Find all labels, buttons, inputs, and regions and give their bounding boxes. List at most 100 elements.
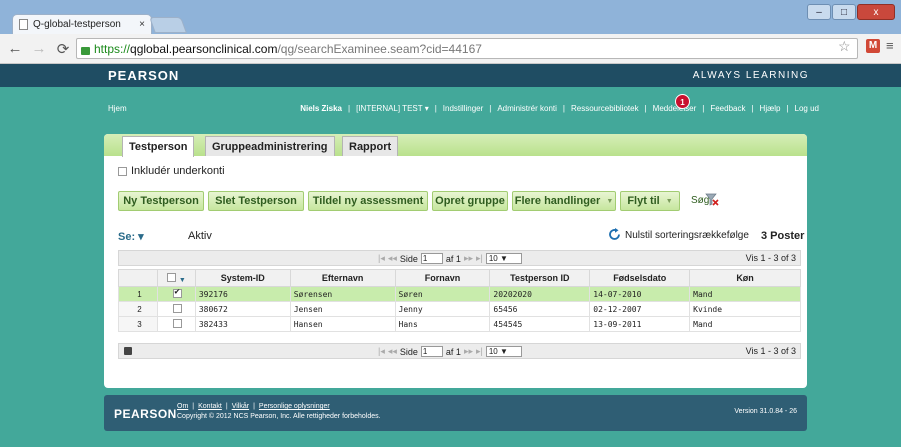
cell-system-id: 392176 xyxy=(194,286,291,302)
row-checkbox[interactable] xyxy=(173,287,183,298)
tab-group-admin[interactable]: Gruppeadministrering xyxy=(205,136,335,156)
cell-gender: Mand xyxy=(689,286,801,302)
tab-close-icon[interactable]: × xyxy=(139,19,145,30)
include-subaccounts-row: Inkludér underkonti xyxy=(118,165,225,177)
table-row[interactable]: 2 380672 Jensen Jenny 65456 02-12-2007 K… xyxy=(118,301,801,317)
new-tab-button[interactable] xyxy=(149,17,187,33)
reload-icon[interactable]: ⟳ xyxy=(54,40,72,58)
nav-account-dropdown[interactable]: [INTERNAL] TEST ▾ xyxy=(356,104,429,113)
include-subaccounts-label: Inkludér underkonti xyxy=(131,165,225,177)
site-header: PEARSON ALWAYS LEARNING xyxy=(0,64,901,87)
col-system-id[interactable]: System-ID xyxy=(194,269,291,287)
clear-filter-icon[interactable] xyxy=(705,193,719,206)
move-to-dropdown[interactable]: Flyt til ▼ xyxy=(620,191,680,211)
bookmark-star-icon[interactable]: ☆ xyxy=(838,38,851,55)
nav-messages[interactable]: Meddelelser xyxy=(653,104,697,113)
col-birthdate[interactable]: Fødselsdato xyxy=(589,269,691,287)
cell-gender: Mand xyxy=(689,316,801,332)
page-input[interactable]: 1 xyxy=(420,346,443,357)
cell-first-name: Søren xyxy=(394,286,491,302)
move-to-label: Flyt til xyxy=(627,195,660,207)
url-host: qglobal.pearsonclinical.com xyxy=(130,41,278,56)
more-actions-dropdown[interactable]: Flere handlinger ▼ xyxy=(512,191,616,211)
cell-first-name: Jenny xyxy=(394,301,491,317)
row-checkbox[interactable] xyxy=(173,318,183,328)
new-testperson-button[interactable]: Ny Testperson xyxy=(118,191,204,211)
url-scheme: https:// xyxy=(94,41,131,56)
first-page-icon[interactable]: |◂ xyxy=(378,253,385,264)
nav-admin-accounts[interactable]: Administrér konti xyxy=(497,104,557,113)
nav-help[interactable]: Hjælp xyxy=(760,104,781,113)
chevron-down-icon: ▼ xyxy=(606,197,614,205)
col-first-name[interactable]: Fornavn xyxy=(394,269,491,287)
nav-feedback[interactable]: Feedback xyxy=(710,104,745,113)
tab-testperson[interactable]: Testperson xyxy=(122,136,195,157)
col-testperson-id[interactable]: Testperson ID xyxy=(489,269,591,287)
footer-link-about[interactable]: Om xyxy=(177,403,188,410)
nav-settings[interactable]: Indstillinger xyxy=(443,104,483,113)
top-navigation: Hjem Niels Ziska | [INTERNAL] TEST ▾ | I… xyxy=(0,94,901,118)
cell-system-id: 382433 xyxy=(194,316,291,332)
browser-tab[interactable]: Q-global-testperson × xyxy=(12,14,152,34)
menu-icon[interactable]: ≡ xyxy=(886,39,894,52)
minimize-button[interactable]: – xyxy=(807,4,831,20)
cell-last-name: Jensen xyxy=(289,301,396,317)
last-page-icon[interactable]: ▸| xyxy=(476,253,483,264)
table-row[interactable]: 3 382433 Hansen Hans 454545 13-09-2011 M… xyxy=(118,316,801,332)
footer-link-terms[interactable]: Vilkår xyxy=(232,403,249,410)
row-checkbox-cell[interactable] xyxy=(156,286,196,302)
row-checkbox-cell[interactable] xyxy=(156,316,196,332)
row-checkbox-cell[interactable] xyxy=(156,301,196,317)
nav-separator: | xyxy=(644,104,647,113)
footer-link-privacy[interactable]: Personlige oplysninger xyxy=(259,403,330,410)
last-page-icon[interactable]: ▸| xyxy=(476,346,483,357)
cell-birthdate: 13-09-2011 xyxy=(589,316,691,332)
create-group-button[interactable]: Opret gruppe xyxy=(432,191,508,211)
pearson-logo[interactable]: PEARSON xyxy=(108,68,179,83)
next-page-icon[interactable]: ▸▸ xyxy=(464,346,473,357)
close-window-button[interactable]: x xyxy=(857,4,895,20)
url-path: /qg/searchExaminee.seam?cid=44167 xyxy=(277,41,482,56)
next-page-icon[interactable]: ▸▸ xyxy=(464,253,473,264)
nav-separator: | xyxy=(751,104,754,113)
cell-first-name: Hans xyxy=(394,316,491,332)
row-checkbox[interactable] xyxy=(173,303,183,313)
gmail-extension-icon[interactable]: M xyxy=(866,39,880,53)
forward-icon[interactable]: → xyxy=(30,40,48,57)
cell-system-id: 380672 xyxy=(194,301,291,317)
nav-home[interactable]: Hjem xyxy=(108,104,127,113)
tab-report[interactable]: Rapport xyxy=(342,136,399,156)
prev-page-icon[interactable]: ◂◂ xyxy=(388,346,397,357)
row-number-header xyxy=(118,269,158,287)
nav-resource-library[interactable]: Ressourcebibliotek xyxy=(571,104,639,113)
more-actions-label: Flere handlinger xyxy=(514,195,601,207)
cell-last-name: Hansen xyxy=(289,316,396,332)
footer-link-contact[interactable]: Kontakt xyxy=(198,403,222,410)
page-input[interactable]: 1 xyxy=(420,253,443,264)
back-icon[interactable]: ← xyxy=(6,40,24,57)
page-label: Side xyxy=(399,346,418,357)
delete-testperson-button[interactable]: Slet Testperson xyxy=(208,191,304,211)
column-chooser-icon[interactable] xyxy=(124,347,132,355)
chevron-down-icon[interactable]: ▼ xyxy=(179,277,186,284)
record-count: 3 Poster xyxy=(761,230,805,242)
notification-badge[interactable]: 1 xyxy=(675,94,690,109)
prev-page-icon[interactable]: ◂◂ xyxy=(388,253,397,264)
reset-sort-icon[interactable] xyxy=(607,227,622,242)
nav-logout[interactable]: Log ud xyxy=(795,104,819,113)
page-of-label: af 1 xyxy=(445,346,461,357)
include-subaccounts-checkbox[interactable] xyxy=(118,166,127,176)
col-last-name[interactable]: Efternavn xyxy=(289,269,396,287)
table-row[interactable]: 1 392176 Sørensen Søren 20202020 14-07-2… xyxy=(118,286,801,302)
view-filter-dropdown[interactable]: Se: ▾ xyxy=(118,230,144,243)
first-page-icon[interactable]: |◂ xyxy=(378,346,385,357)
reset-sort-link[interactable]: Nulstil sorteringsrækkefølge xyxy=(625,230,749,241)
select-all-header[interactable]: ▼ xyxy=(156,269,196,287)
assign-assessment-button[interactable]: Tildel ny assessment xyxy=(308,191,428,211)
select-all-checkbox[interactable] xyxy=(166,272,176,282)
address-bar[interactable]: https:// qglobal.pearsonclinical.com /qg… xyxy=(76,38,858,59)
col-gender[interactable]: Køn xyxy=(689,269,801,287)
maximize-button[interactable]: □ xyxy=(832,4,856,20)
page-size-select[interactable]: 10 ▼ xyxy=(485,253,522,264)
page-size-select[interactable]: 10 ▼ xyxy=(485,346,522,357)
